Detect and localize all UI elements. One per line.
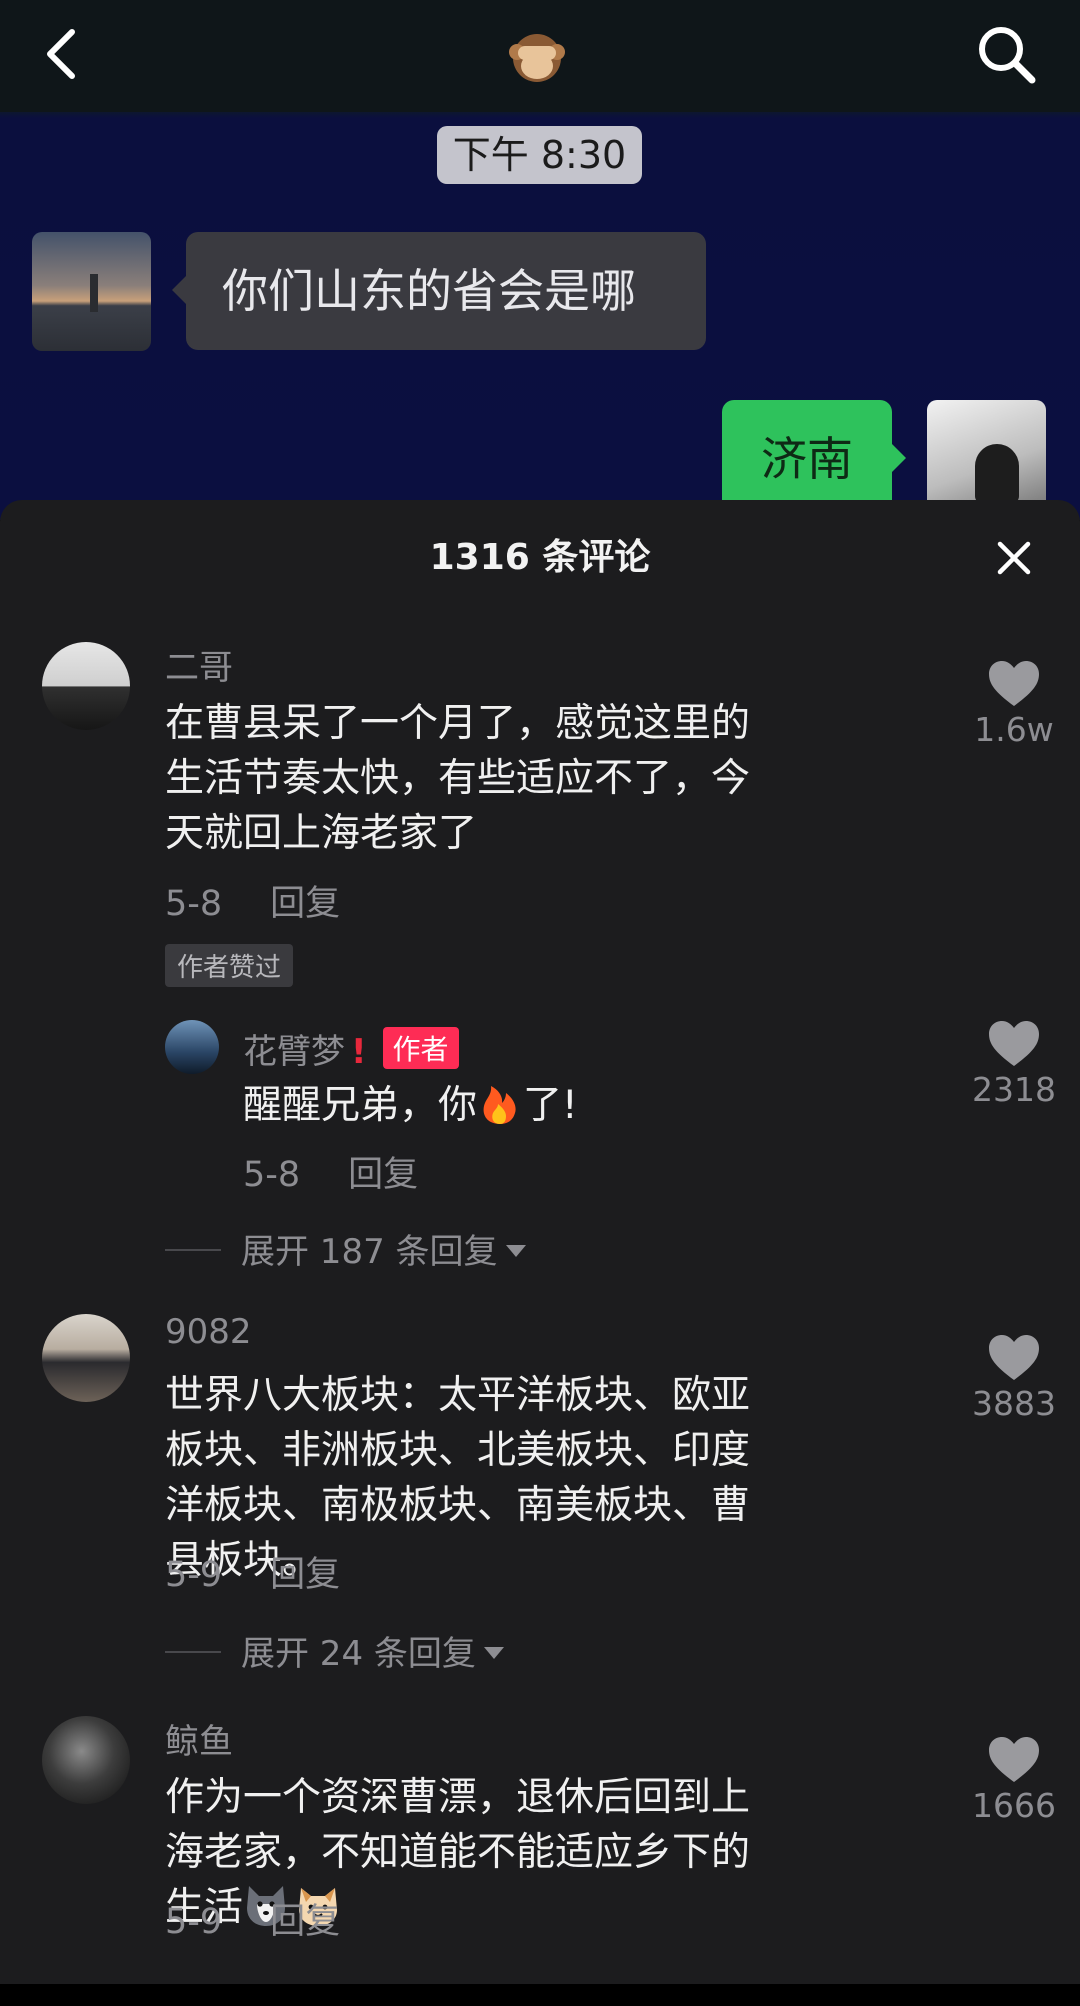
see-no-evil-monkey-icon: [508, 28, 566, 86]
comment-date: 5-9: [165, 1902, 223, 1942]
chat-avatar-other: [32, 232, 151, 351]
chat-timestamp: 下午 8:30: [437, 126, 642, 184]
reply-button[interactable]: 回复: [270, 1902, 340, 1942]
comment-date: 5-8: [165, 884, 223, 924]
reply-date: 5-8: [243, 1155, 301, 1195]
reply-username: 花臂梦! 作者: [243, 1024, 459, 1073]
comment-username[interactable]: 二哥: [165, 640, 233, 689]
author-liked-badge: 作者赞过: [165, 944, 294, 987]
like-button[interactable]: 2318: [954, 1020, 1074, 1109]
expand-replies-button[interactable]: 展开 187 条回复: [165, 1224, 526, 1273]
divider-line: [165, 1651, 221, 1653]
avatar[interactable]: [42, 642, 130, 730]
divider-line: [165, 1249, 221, 1251]
avatar[interactable]: [165, 1020, 219, 1074]
comment-date: 5-9: [165, 1555, 223, 1595]
comments-sheet: 1316 条评论 二哥 在曹县呆了一个月了，感觉这里的生活节奏太快，有些适应不了…: [0, 500, 1080, 1984]
like-count: 2318: [972, 1070, 1056, 1109]
author-badge: 作者: [382, 1027, 459, 1069]
comment-username[interactable]: 9082: [165, 1312, 252, 1352]
reply-button[interactable]: 回复: [348, 1155, 418, 1195]
triangle-down-icon: [483, 1647, 504, 1659]
comments-count-title: 1316 条评论: [429, 537, 651, 578]
heart-icon: [989, 661, 1039, 706]
heart-icon: [989, 1335, 1039, 1380]
like-button[interactable]: 1666: [954, 1736, 1074, 1825]
exclamation-icon: !: [351, 1032, 367, 1072]
like-count: 1.6w: [974, 710, 1054, 749]
reply-button[interactable]: 回复: [270, 884, 340, 924]
comment-text: 在曹县呆了一个月了，感觉这里的生活节奏太快，有些适应不了，今天就回上海老家了: [165, 701, 751, 856]
comment-meta: 5-9 回复: [165, 1893, 340, 1944]
expand-replies-label: 展开 187 条回复: [241, 1232, 498, 1272]
reply-text-after: 了!: [523, 1083, 578, 1128]
comment-meta: 5-9 回复: [165, 1546, 340, 1597]
reply-button[interactable]: 回复: [270, 1555, 340, 1595]
expand-replies-button[interactable]: 展开 24 条回复: [165, 1626, 504, 1675]
like-count: 1666: [972, 1786, 1056, 1825]
comment-meta: 5-8 回复: [165, 875, 340, 926]
search-icon[interactable]: [974, 22, 1038, 86]
heart-icon: [989, 1737, 1039, 1782]
reply-meta: 5-8 回复: [243, 1146, 418, 1197]
chat-bubble-incoming: 你们山东的省会是哪: [172, 232, 706, 350]
triangle-down-icon: [505, 1245, 526, 1257]
like-button[interactable]: 1.6w: [954, 660, 1074, 749]
fire-emoji-icon: [483, 1086, 516, 1124]
top-bar: [0, 0, 1080, 112]
comment-username[interactable]: 鲸鱼: [165, 1714, 233, 1763]
avatar[interactable]: [42, 1314, 130, 1402]
reply-text-before: 醒醒兄弟，你: [243, 1083, 478, 1128]
reply-user-name[interactable]: 花臂梦: [243, 1032, 345, 1072]
chevron-left-icon[interactable]: [38, 24, 88, 84]
reply-text: 醒醒兄弟，你 了!: [243, 1078, 843, 1133]
heart-icon: [989, 1021, 1039, 1066]
like-count: 3883: [972, 1384, 1056, 1423]
expand-replies-label: 展开 24 条回复: [241, 1634, 476, 1674]
avatar[interactable]: [42, 1716, 130, 1804]
close-icon[interactable]: [994, 538, 1034, 578]
like-button[interactable]: 3883: [954, 1334, 1074, 1423]
bottom-safe-area: [0, 1984, 1080, 2006]
